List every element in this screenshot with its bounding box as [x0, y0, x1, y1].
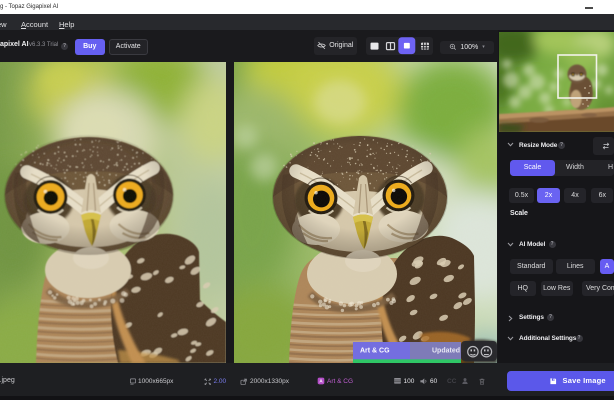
svg-text:Updated: Updated [432, 348, 460, 355]
svg-text:Art & CG: Art & CG [360, 348, 390, 355]
